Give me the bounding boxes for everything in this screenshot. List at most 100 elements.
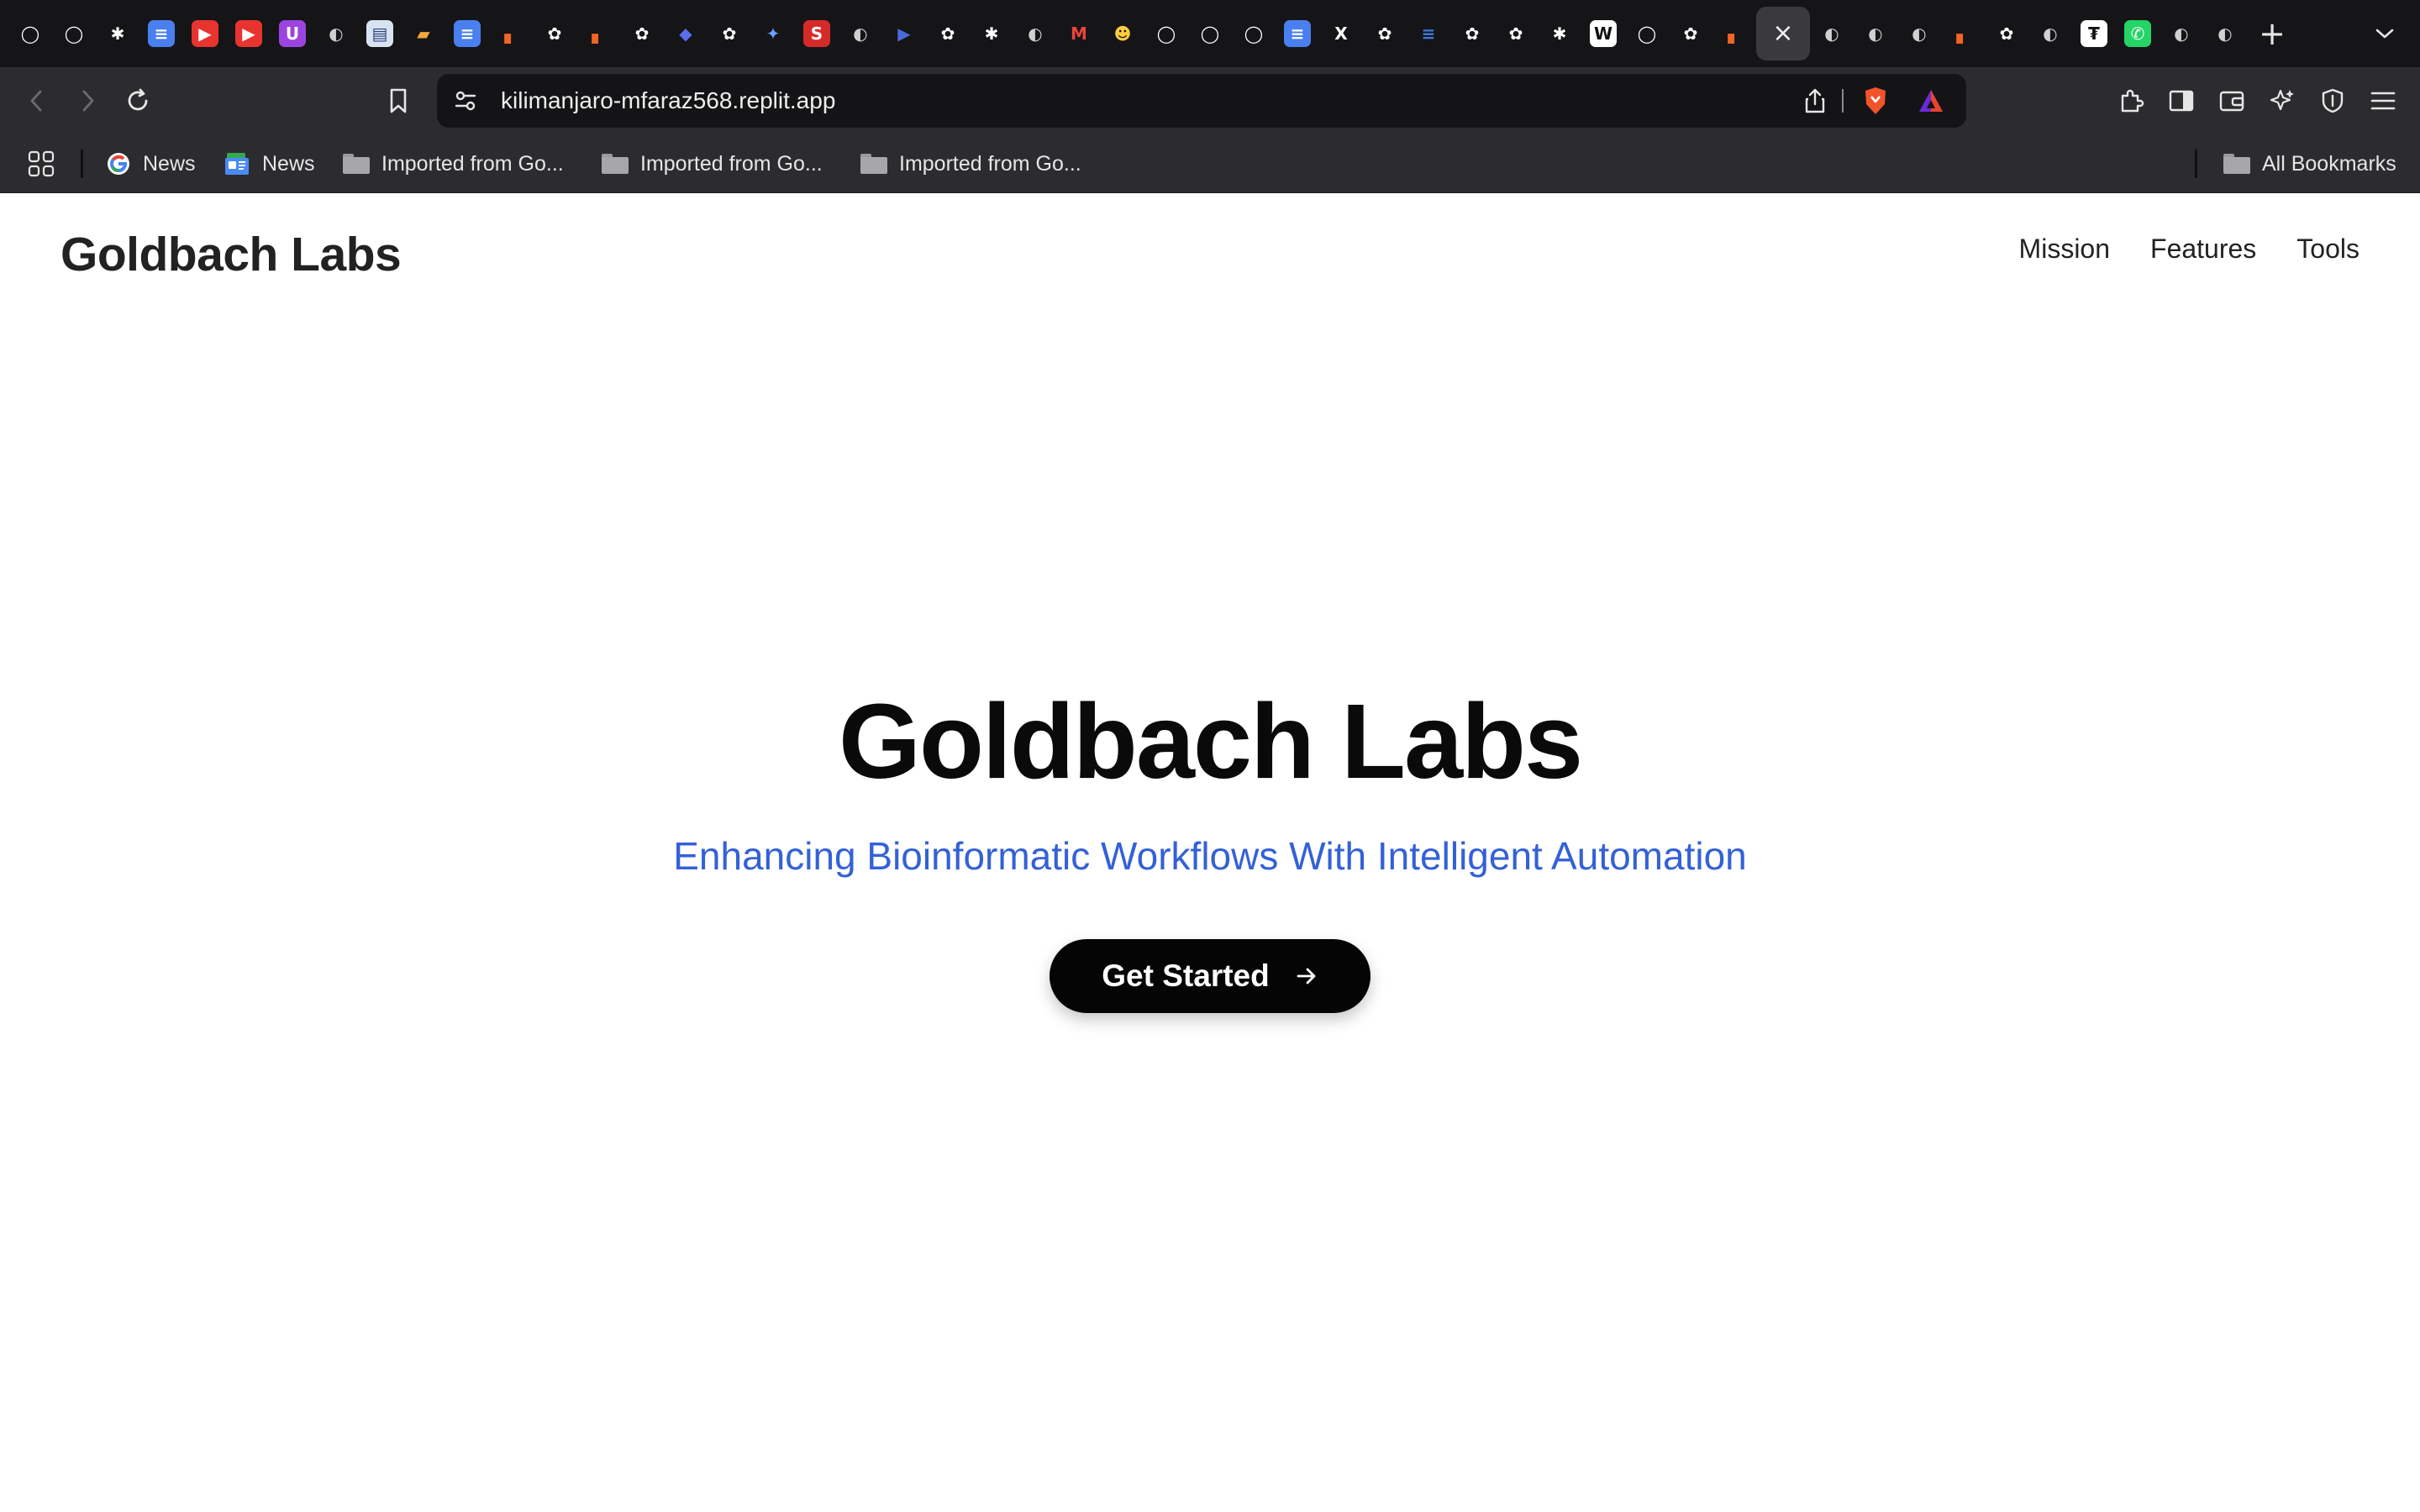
browser-tab[interactable]: ✆ (2116, 7, 2160, 60)
browser-tab[interactable]: ✿ (620, 7, 664, 60)
replit-icon: ▖ (1949, 20, 1976, 47)
browser-tab[interactable]: ◯ (1625, 7, 1669, 60)
site-logo[interactable]: Goldbach Labs (60, 227, 402, 282)
address-bar[interactable]: kilimanjaro-mfaraz568.replit.app (437, 74, 1966, 128)
nav-link-mission[interactable]: Mission (2019, 234, 2110, 265)
bookmark-label: News (262, 151, 315, 176)
browser-tab[interactable]: ✿ (926, 7, 970, 60)
back-arrow-icon[interactable] (20, 84, 54, 118)
browser-tab[interactable]: ✿ (1985, 7, 2028, 60)
browser-tab[interactable]: ≡ (1276, 7, 1319, 60)
tab-active[interactable]: × (1756, 7, 1810, 60)
brave-rewards-icon[interactable] (1914, 84, 1948, 118)
openai-icon: ✿ (1993, 20, 2020, 47)
huggingface-icon: ☻ (1109, 20, 1136, 47)
tab-strip: ◯ ◯ ✱ ≡ ▶ ▶ U ◐ ▤ ▰ ≡ ▖ ✿ ▖ ✿ ◆ ✿ ✦ S ◐ ▶ ✿ ✱ ◐ M ☻ ◯ ◯ ◯ ≡ X ✿ ≡ ✿ ✿ ✱ W ◯ ✿ ▖… (0, 0, 2420, 67)
browser-tab[interactable]: ₮ (2072, 7, 2116, 60)
folder-icon (343, 154, 370, 174)
github-icon: ◯ (1634, 20, 1660, 47)
tab-list-chevron-icon[interactable] (2368, 18, 2402, 49)
folder-icon (860, 154, 887, 174)
browser-tab[interactable]: ▖ (1712, 7, 1756, 60)
address-url[interactable]: kilimanjaro-mfaraz568.replit.app (501, 74, 835, 128)
browser-tab[interactable]: ◯ (1144, 7, 1188, 60)
browser-tab[interactable]: ▖ (576, 7, 620, 60)
browser-tab[interactable]: ≡ (445, 7, 489, 60)
browser-tab[interactable]: ▖ (1941, 7, 1985, 60)
apps-grid-icon[interactable] (27, 134, 55, 193)
browser-tab[interactable]: X (1319, 7, 1363, 60)
browser-tab[interactable]: ◐ (2160, 7, 2203, 60)
openai-icon: ✿ (1677, 20, 1704, 47)
bookmark-news-google-news[interactable]: News (224, 134, 315, 193)
browser-tab[interactable]: ◯ (52, 7, 96, 60)
leo-ai-icon[interactable] (2265, 84, 2299, 118)
browser-tab[interactable]: ◆ (664, 7, 708, 60)
browser-tab[interactable]: ◯ (1232, 7, 1276, 60)
browser-tab[interactable]: ✿ (533, 7, 576, 60)
new-tab-plus-icon[interactable]: + (2247, 7, 2297, 60)
openai-icon: ✿ (1502, 20, 1529, 47)
browser-tab[interactable]: S (795, 7, 839, 60)
hero-subtitle: Enhancing Bioinformatic Workflows With I… (673, 834, 1747, 878)
browser-tab[interactable]: ▶ (183, 7, 227, 60)
browser-tab[interactable]: W (1581, 7, 1625, 60)
browser-tab[interactable]: ✱ (970, 7, 1013, 60)
extensions-icon[interactable] (2114, 84, 2148, 118)
get-started-button[interactable]: Get Started (1050, 939, 1370, 1013)
nav-link-tools[interactable]: Tools (2296, 234, 2360, 265)
browser-tab[interactable]: ✿ (1363, 7, 1407, 60)
browser-tab[interactable]: ✱ (1538, 7, 1581, 60)
browser-tab[interactable]: ◯ (1188, 7, 1232, 60)
browser-tab[interactable]: U (271, 7, 314, 60)
google-news-icon (225, 153, 249, 175)
close-icon[interactable]: × (1770, 20, 1797, 47)
browser-tab[interactable]: ◐ (1013, 7, 1057, 60)
browser-tab[interactable]: ✿ (1494, 7, 1538, 60)
site-settings-icon[interactable] (449, 84, 482, 118)
browser-tab[interactable]: ☻ (1101, 7, 1144, 60)
browser-tab[interactable]: ▶ (227, 7, 271, 60)
brave-shields-icon[interactable] (1859, 84, 1892, 118)
browser-tab[interactable]: ◐ (1854, 7, 1897, 60)
nav-link-features[interactable]: Features (2150, 234, 2256, 265)
browser-tab[interactable]: ◐ (839, 7, 882, 60)
browser-tab[interactable]: ◐ (314, 7, 358, 60)
main-menu-icon[interactable] (2366, 84, 2400, 118)
bookmarks-bar: News News Imported from Go... Imported f… (0, 134, 2420, 193)
reload-icon[interactable] (121, 84, 155, 118)
browser-tab[interactable]: ✿ (1450, 7, 1494, 60)
browser-tab[interactable]: ✿ (1669, 7, 1712, 60)
browser-tab[interactable]: ◐ (1897, 7, 1941, 60)
forward-arrow-icon[interactable] (71, 84, 104, 118)
bookmark-news-google[interactable]: News (106, 134, 196, 193)
share-icon[interactable] (1798, 84, 1832, 118)
vpn-shield-icon[interactable] (2316, 84, 2349, 118)
bookmark-folder-imported-1[interactable]: Imported from Go... (343, 134, 564, 193)
browser-tab[interactable]: ✱ (96, 7, 139, 60)
browser-tab[interactable]: ◯ (8, 7, 52, 60)
github-icon: ◯ (1153, 20, 1180, 47)
browser-tab[interactable]: ▶ (882, 7, 926, 60)
all-bookmarks-folder[interactable]: All Bookmarks (2223, 134, 2396, 193)
sidebar-icon[interactable] (2165, 84, 2198, 118)
bookmark-folder-imported-3[interactable]: Imported from Go... (860, 134, 1081, 193)
browser-tab[interactable]: M (1057, 7, 1101, 60)
all-bookmarks-label: All Bookmarks (2262, 151, 2396, 176)
browser-tab[interactable]: ◐ (2028, 7, 2072, 60)
browser-tab[interactable]: ≡ (139, 7, 183, 60)
bookmark-folder-imported-2[interactable]: Imported from Go... (602, 134, 823, 193)
browser-tab[interactable]: ◐ (2203, 7, 2247, 60)
browser-tab[interactable]: ▰ (402, 7, 445, 60)
browser-tab[interactable]: ≡ (1407, 7, 1450, 60)
lines-icon: ≡ (1415, 20, 1442, 47)
browser-tab[interactable]: ◐ (1810, 7, 1854, 60)
gemini-icon: ✦ (760, 20, 786, 47)
browser-tab[interactable]: ✿ (708, 7, 751, 60)
bookmark-icon[interactable] (381, 84, 415, 118)
wallet-icon[interactable] (2215, 84, 2249, 118)
browser-tab[interactable]: ✦ (751, 7, 795, 60)
octocat-icon: ◯ (1197, 20, 1223, 47)
browser-tab[interactable]: ▤ (358, 7, 402, 60)
browser-tab[interactable]: ▖ (489, 7, 533, 60)
